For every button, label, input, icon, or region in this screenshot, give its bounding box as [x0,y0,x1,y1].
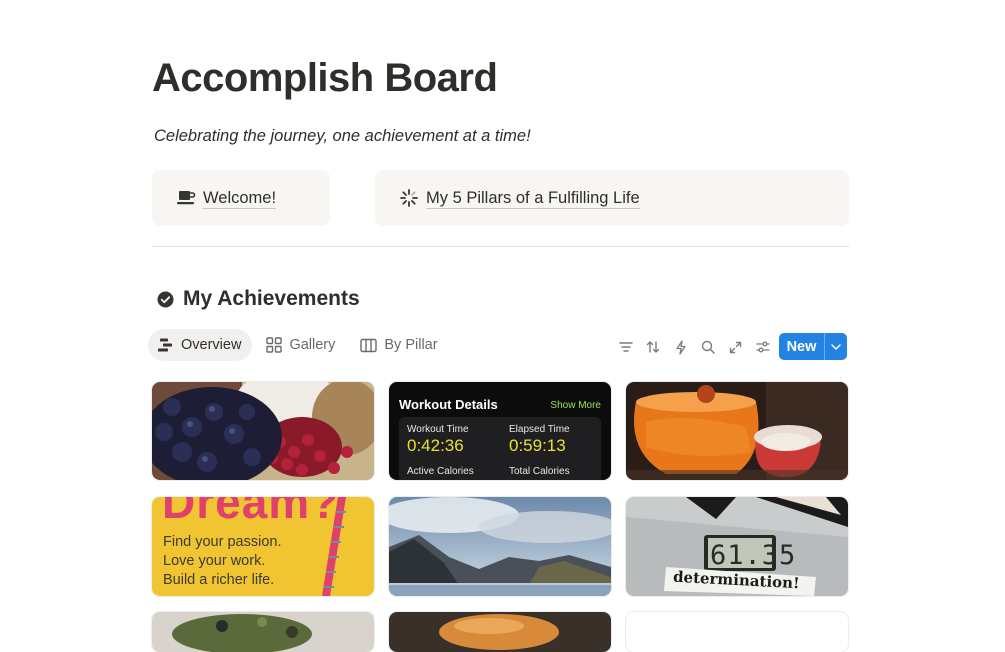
welcome-link[interactable]: Welcome! [203,188,277,209]
expand-icon [730,341,742,353]
automation-button[interactable] [667,333,695,361]
dream-lines: Find your passion. Love your work. Build… [163,533,281,590]
view-toolbar [612,333,777,361]
workout-title: Workout Details [399,397,498,412]
gallery-card-food[interactable] [152,612,374,652]
tab-overview[interactable]: Overview [148,329,253,361]
page-subtitle: Celebrating the journey, one achievement… [154,127,531,145]
sort-button[interactable] [640,333,668,361]
tab-gallery-label: Gallery [289,337,336,353]
timeline-icon [158,338,172,352]
berries-image [152,382,374,480]
gallery-card-workout[interactable]: Workout Details Show More Workout Time 0… [389,382,611,480]
automation-icon [676,339,686,355]
gallery-card-scale[interactable]: 61.35 determination! [626,497,848,596]
search-icon [702,340,715,354]
settings-icon [756,341,770,353]
loading-icon [400,189,418,207]
pillars-link[interactable]: My 5 Pillars of a Fulfilling Life [426,188,640,209]
drinks-image [626,382,848,480]
section-title: My Achievements [183,287,360,310]
section-header: My Achievements [157,287,360,311]
new-button-label[interactable]: New [779,333,824,360]
sort-icon [647,341,660,353]
tab-gallery[interactable]: Gallery [256,329,346,361]
page-title: Accomplish Board [152,56,498,100]
total-calories-label: Total Calories [509,466,570,477]
gallery-card-dream[interactable]: Dream? Find your passion. Love your work… [152,497,374,596]
pillars-callout[interactable]: My 5 Pillars of a Fulfilling Life [375,170,849,226]
workout-show-more: Show More [550,400,601,411]
lake-image [389,497,611,596]
active-calories-label: Active Calories [407,466,474,477]
check-circle-icon [157,291,174,307]
bread-image [389,612,611,652]
elapsed-time-label: Elapsed Time [509,424,570,435]
gallery-card-lake[interactable] [389,497,611,596]
dream-line-3: Build a richer life. [163,572,275,588]
welcome-callout[interactable]: Welcome! [152,170,330,226]
dream-line-1: Find your passion. [163,534,282,550]
workout-time-label: Workout Time [407,424,469,435]
chevron-down-icon [831,343,841,350]
new-dropdown-button[interactable] [824,333,847,360]
gallery-card-drinks[interactable] [626,382,848,480]
scale-reading: 61.35 [710,540,797,571]
gallery-card-berries[interactable] [152,382,374,480]
gallery-card-bread[interactable] [389,612,611,652]
board-icon [360,338,378,352]
gallery-icon [266,337,283,353]
dream-stripe-decoration [322,497,346,596]
gallery-card-blank[interactable] [626,612,848,652]
search-button[interactable] [695,333,723,361]
food-image [152,612,374,652]
workout-time-value: 0:42:36 [407,436,464,455]
filter-button[interactable] [612,333,640,361]
tab-overview-label: Overview [181,337,242,353]
expand-button[interactable] [722,333,750,361]
elapsed-time-value: 0:59:13 [509,436,566,455]
tab-by-pillar-label: By Pillar [384,337,438,353]
new-button[interactable]: New [779,333,847,360]
settings-button[interactable] [750,333,778,361]
workout-panel: Workout Time 0:42:36 Elapsed Time 0:59:1… [399,417,601,480]
coffee-icon [177,191,196,205]
dream-line-2: Love your work. [163,553,266,569]
filter-icon [619,342,633,352]
view-tabs: Overview Gallery By Pillar [148,329,453,361]
divider [152,246,849,247]
tab-by-pillar[interactable]: By Pillar [350,329,448,361]
